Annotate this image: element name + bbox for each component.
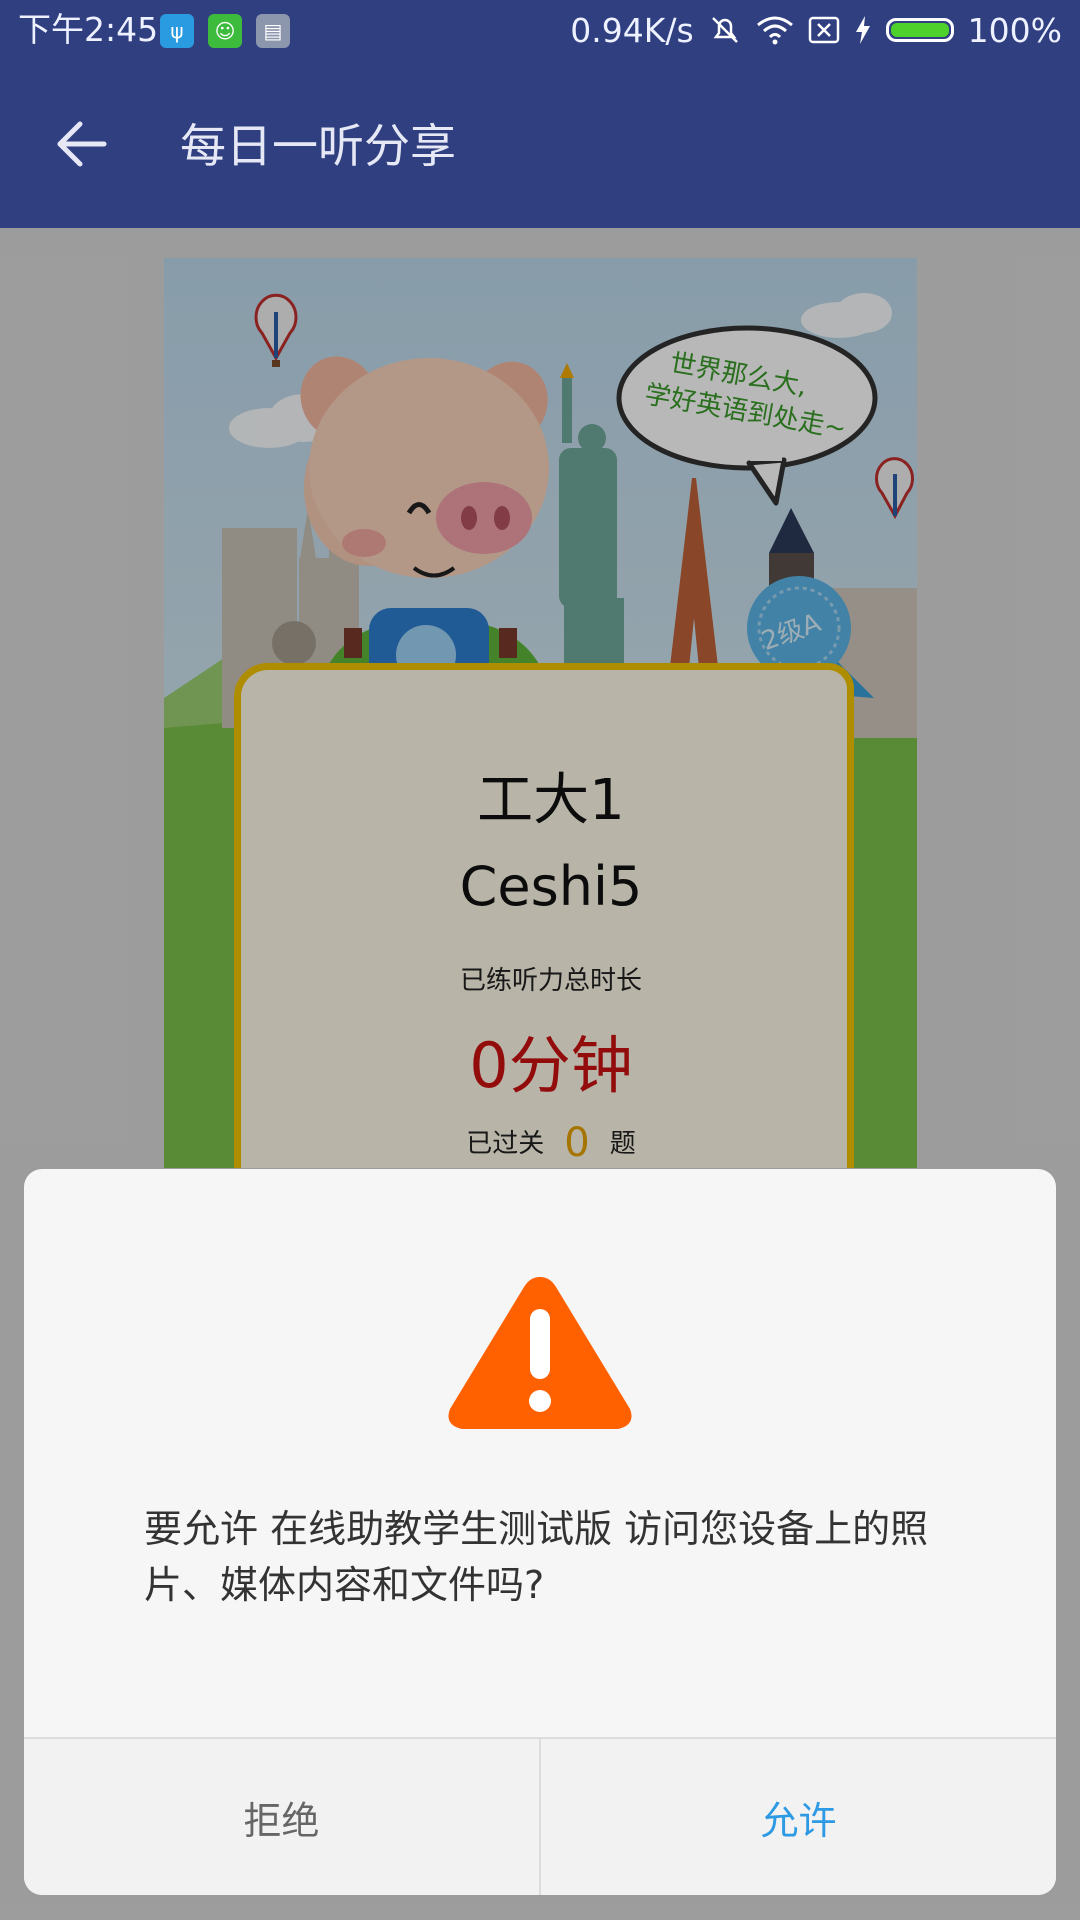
- wifi-icon: [756, 16, 793, 45]
- arrow-left-icon[interactable]: [52, 114, 112, 174]
- sim-icon: ▤: [256, 14, 290, 48]
- network-speed: 0.94K/s: [570, 10, 694, 50]
- android-debug-icon: ☺: [208, 14, 242, 48]
- status-bar: 下午2:45 ψ ☺ ▤ 0.94K/s 100%: [0, 0, 1080, 62]
- usb-icon: ψ: [160, 14, 194, 48]
- deny-button[interactable]: 拒绝: [24, 1739, 541, 1895]
- mute-icon: [711, 17, 738, 43]
- warning-icon: [448, 1277, 632, 1429]
- battery-percent: 100%: [967, 10, 1062, 50]
- charging-icon: [855, 16, 870, 44]
- battery-icon: [885, 18, 954, 42]
- page-title: 每日一听分享: [180, 119, 456, 173]
- no-sim-icon: [808, 16, 839, 44]
- allow-button[interactable]: 允许: [541, 1739, 1056, 1895]
- dialog-buttons: 拒绝 允许: [24, 1737, 1056, 1895]
- app-bar: 每日一听分享: [0, 62, 1080, 228]
- status-time: 下午2:45: [18, 10, 159, 49]
- dialog-message: 要允许 在线助教学生测试版 访问您设备上的照片、媒体内容和文件吗?: [144, 1507, 929, 1607]
- permission-dialog: 要允许 在线助教学生测试版 访问您设备上的照片、媒体内容和文件吗? 拒绝 允许: [24, 1169, 1056, 1895]
